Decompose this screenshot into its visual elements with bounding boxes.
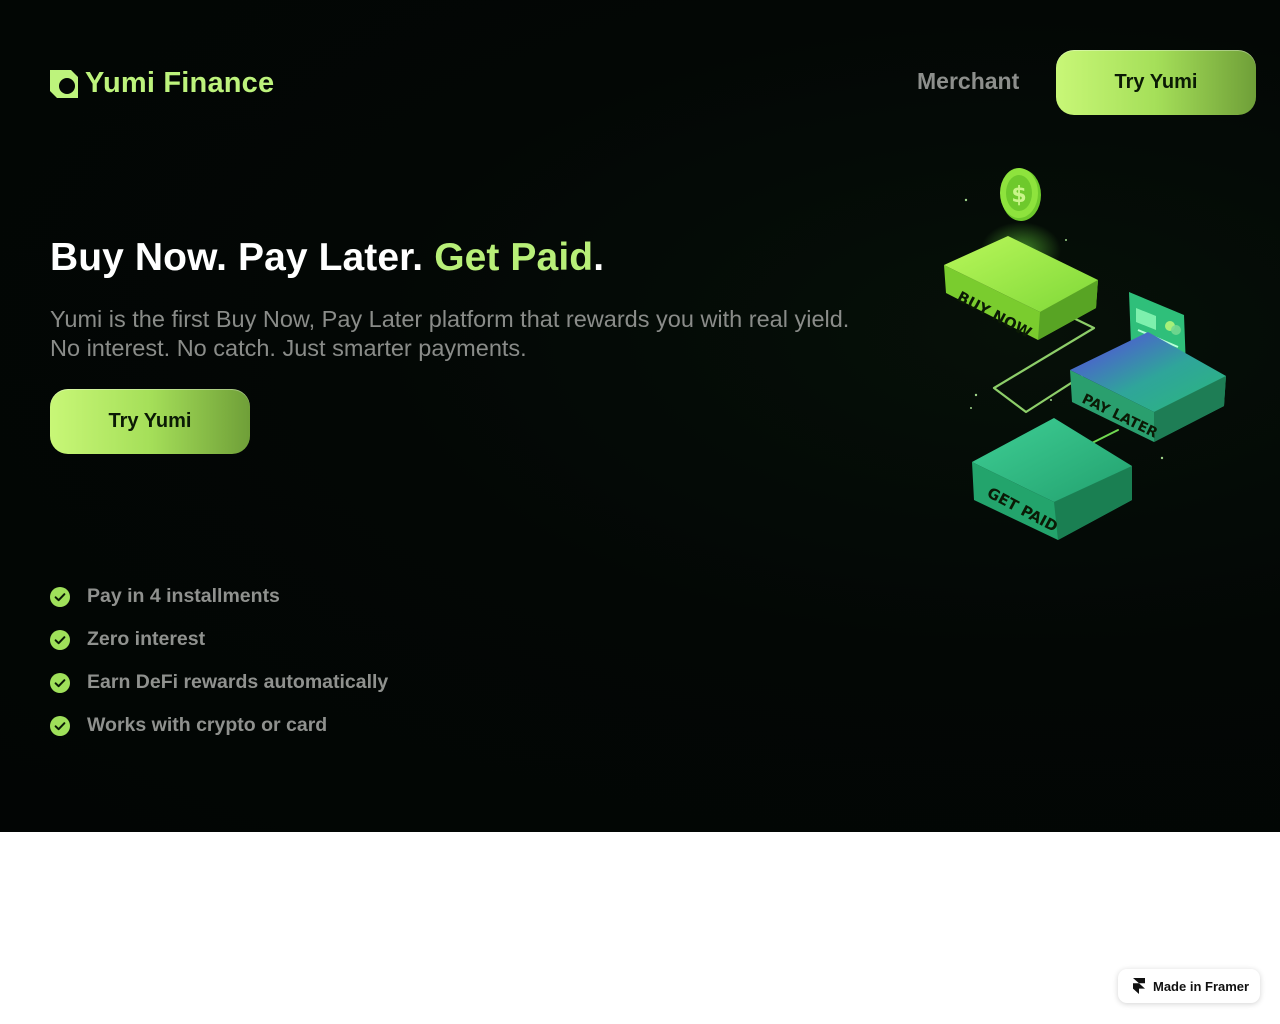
made-in-framer-badge[interactable]: Made in Framer xyxy=(1118,969,1260,1003)
framer-icon xyxy=(1133,978,1145,994)
nav-merchant-link[interactable]: Merchant xyxy=(917,68,1019,95)
feature-list: Pay in 4 installments Zero interest Earn… xyxy=(50,575,388,747)
header-try-yumi-button[interactable]: Try Yumi xyxy=(1056,50,1256,115)
feature-item: Earn DeFi rewards automatically xyxy=(50,661,388,704)
hero-subtext: Yumi is the first Buy Now, Pay Later pla… xyxy=(50,306,850,361)
check-circle-icon xyxy=(50,672,70,693)
headline-accent: Get Paid xyxy=(434,236,594,279)
hero-section: Yumi Finance Merchant Try Yumi Buy Now. … xyxy=(0,0,1280,832)
feature-label: Zero interest xyxy=(87,628,206,650)
framer-badge-label: Made in Framer xyxy=(1153,978,1250,994)
headline-end: . xyxy=(593,236,605,279)
coin-symbol: $ xyxy=(1011,183,1026,208)
logo[interactable]: Yumi Finance xyxy=(50,66,274,100)
hero-try-yumi-button[interactable]: Try Yumi xyxy=(50,389,250,454)
feature-item: Pay in 4 installments xyxy=(50,575,388,618)
feature-label: Earn DeFi rewards automatically xyxy=(87,671,389,693)
feature-item: Zero interest xyxy=(50,618,388,661)
logo-text: Yumi Finance xyxy=(85,66,275,99)
feature-label: Pay in 4 installments xyxy=(87,585,280,607)
check-circle-icon xyxy=(50,629,70,650)
headline-main: Buy Now. Pay Later. xyxy=(50,236,424,279)
check-circle-icon xyxy=(50,586,70,607)
hero-headline: Buy Now. Pay Later. Get Paid. xyxy=(50,236,604,280)
dollar-coin-icon: $ xyxy=(1000,168,1041,221)
check-circle-icon xyxy=(50,715,70,736)
yumi-logo-icon xyxy=(50,70,78,98)
bnpl-illustration: $ BUY NOW PAY LATER GET PAID xyxy=(944,168,1226,540)
feature-label: Works with crypto or card xyxy=(87,714,328,736)
buy-now-block: BUY NOW xyxy=(944,236,1098,342)
get-paid-block: GET PAID xyxy=(972,418,1132,540)
feature-item: Works with crypto or card xyxy=(50,704,388,747)
pay-later-block: PAY LATER xyxy=(1070,332,1226,442)
